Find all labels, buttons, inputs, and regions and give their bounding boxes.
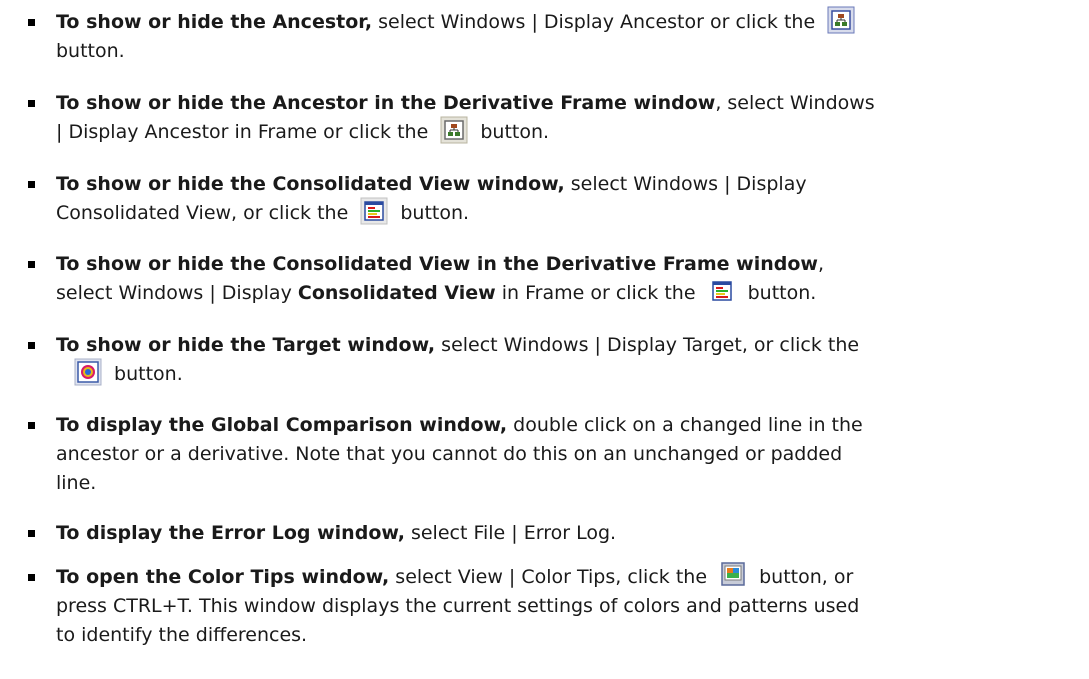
item-heading: To show or hide the Ancestor, xyxy=(56,11,373,33)
bullet xyxy=(28,261,35,268)
ancestor-icon[interactable] xyxy=(827,6,855,34)
color-tips-icon[interactable] xyxy=(719,561,747,589)
item-text: , xyxy=(817,253,824,275)
item-text-line2: Consolidated View, or click the xyxy=(56,202,355,224)
item-text: , select Windows xyxy=(715,92,875,114)
bullet xyxy=(28,100,35,107)
consolidated-view-icon[interactable] xyxy=(708,277,736,305)
item-text-line2: select Windows | Display xyxy=(56,282,298,304)
item-heading: To show or hide the Ancestor in the Deri… xyxy=(56,92,716,114)
item-heading: To show or hide the Consolidated View wi… xyxy=(56,173,565,195)
item-heading: To display the Global Comparison window, xyxy=(56,414,508,436)
bullet xyxy=(28,574,35,581)
item-text-line2: press CTRL+T. This window displays the c… xyxy=(56,595,860,617)
bullet xyxy=(28,181,35,188)
bullet xyxy=(28,19,35,26)
item-text-line2-end: button. xyxy=(394,202,470,224)
item-heading: To show or hide the Consolidated View in… xyxy=(56,253,818,275)
item-text-end: button, or xyxy=(753,566,854,588)
item-text-line2: button. xyxy=(108,363,183,385)
consolidated-view-icon[interactable] xyxy=(360,197,388,225)
item-text-line2: | Display Ancestor in Frame or click the xyxy=(56,121,435,143)
item-text-line2-end: button. xyxy=(474,121,550,143)
item-text-line2: button. xyxy=(56,40,125,62)
item-heading: To open the Color Tips window, xyxy=(56,566,390,588)
item-text: select View | Color Tips, click the xyxy=(389,566,714,588)
bullet xyxy=(28,422,35,429)
item-text-line3: line. xyxy=(56,472,97,494)
bullet xyxy=(28,530,35,537)
ancestor-icon[interactable] xyxy=(440,116,468,144)
item-heading: To show or hide the Target window, xyxy=(56,334,436,356)
item-text-line3: to identify the differences. xyxy=(56,624,308,646)
item-inline-bold: Consolidated View xyxy=(297,282,496,304)
item-text: select Windows | Display Target, or clic… xyxy=(435,334,860,356)
item-text-line2-mid: in Frame or click the xyxy=(495,282,702,304)
item-text: double click on a changed line in the xyxy=(507,414,863,436)
item-text: select Windows | Display Ancestor or cli… xyxy=(372,11,822,33)
item-text: select File | Error Log. xyxy=(404,522,617,544)
item-text-line2: ancestor or a derivative. Note that you … xyxy=(56,443,843,465)
item-text: select Windows | Display xyxy=(564,173,807,195)
bullet xyxy=(28,342,35,349)
item-text-line2-end: button. xyxy=(741,282,817,304)
item-heading: To display the Error Log window, xyxy=(56,522,405,544)
target-icon[interactable] xyxy=(74,358,102,386)
